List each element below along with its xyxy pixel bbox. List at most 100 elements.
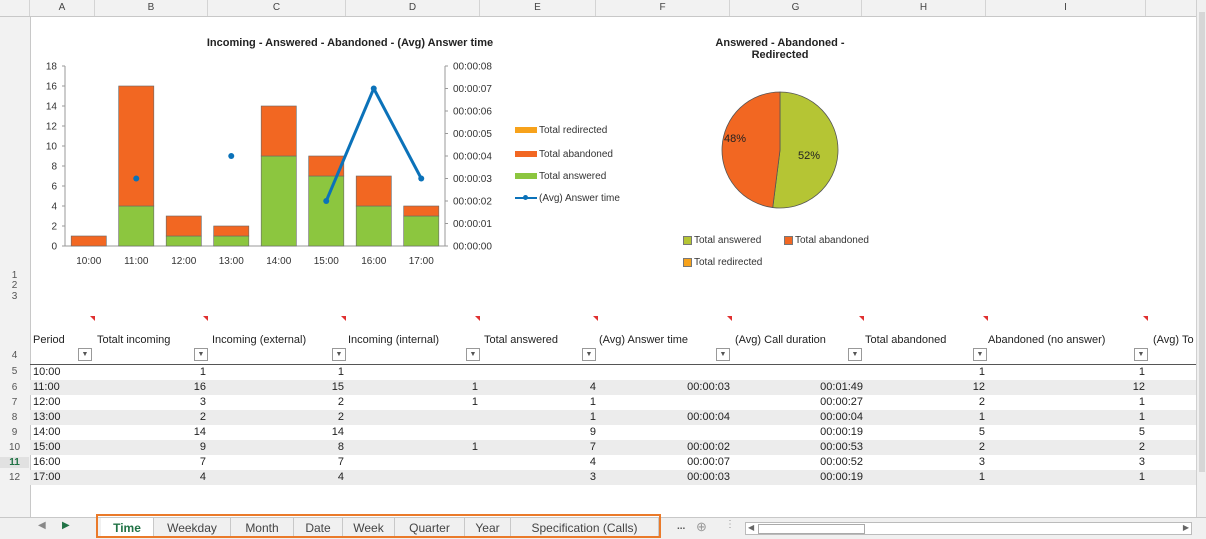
table-cell[interactable]: 00:00:52	[743, 455, 863, 470]
table-cell[interactable]: 00:00:03	[610, 380, 730, 395]
table-cell[interactable]: 4	[86, 470, 206, 485]
table-cell[interactable]: 15:00	[33, 440, 61, 455]
table-cell[interactable]	[358, 470, 478, 485]
table-cell[interactable]: 2	[224, 395, 344, 410]
row-header-8[interactable]: 8	[0, 412, 29, 423]
table-cell[interactable]: 00:00:27	[743, 395, 863, 410]
tab-time[interactable]: Time	[101, 518, 154, 538]
row-header-9[interactable]: 9	[0, 427, 29, 438]
table-cell[interactable]: 00:00:02	[610, 440, 730, 455]
table-cell[interactable]: 00:00:53	[743, 440, 863, 455]
table-cell[interactable]: 1	[865, 470, 985, 485]
tab-specification-calls[interactable]: Specification (Calls)	[511, 518, 659, 538]
table-cell[interactable]: 7	[476, 440, 596, 455]
table-cell[interactable]: 12:00	[33, 395, 61, 410]
table-cell[interactable]: 12	[865, 380, 985, 395]
table-cell[interactable]: 00:00:07	[610, 455, 730, 470]
add-sheet-icon[interactable]: ⊕	[696, 519, 707, 535]
tab-month[interactable]: Month	[231, 518, 294, 538]
table-cell[interactable]: 1	[358, 380, 478, 395]
row-header-2[interactable]: 2	[0, 280, 29, 291]
scroll-right-arrow-icon[interactable]: ▶	[1183, 523, 1189, 532]
table-cell[interactable]: 15	[224, 380, 344, 395]
table-cell[interactable]: 00:00:03	[610, 470, 730, 485]
split-handle-icon[interactable]: ⋮	[725, 519, 735, 530]
table-cell[interactable]: 2	[865, 395, 985, 410]
table-cell[interactable]: 17:00	[33, 470, 61, 485]
vertical-scroll-thumb[interactable]	[1199, 12, 1205, 472]
column-header-a[interactable]: A	[30, 0, 95, 16]
table-cell[interactable]: 2	[86, 410, 206, 425]
table-cell[interactable]	[358, 365, 478, 380]
column-header-f[interactable]: F	[596, 0, 730, 16]
table-cell[interactable]: 11:00	[33, 380, 60, 395]
table-cell[interactable]	[476, 365, 596, 380]
vertical-scrollbar[interactable]	[1196, 0, 1206, 517]
row-header-4[interactable]: 4	[0, 350, 29, 361]
table-cell[interactable]: 8	[224, 440, 344, 455]
filter-incoming-internal-dropdown[interactable]: ▼	[466, 348, 480, 361]
horizontal-scrollbar[interactable]: ◀ ▶	[745, 522, 1192, 535]
table-cell[interactable]: 1	[224, 365, 344, 380]
tab-scroll-right-icon[interactable]: ▶	[62, 520, 70, 531]
table-cell[interactable]: 2	[1025, 440, 1145, 455]
row-header-5[interactable]: 5	[0, 366, 29, 377]
table-cell[interactable]: 1	[476, 395, 596, 410]
filter-avg-answer-time-dropdown[interactable]: ▼	[716, 348, 730, 361]
row-header-6[interactable]: 6	[0, 382, 29, 393]
filter-total-incoming-dropdown[interactable]: ▼	[194, 348, 208, 361]
tab-year[interactable]: Year	[465, 518, 511, 538]
table-cell[interactable]: 3	[476, 470, 596, 485]
column-header-c[interactable]: C	[208, 0, 346, 16]
table-cell[interactable]: 2	[224, 410, 344, 425]
scroll-left-arrow-icon[interactable]: ◀	[748, 523, 754, 532]
table-cell[interactable]: 7	[86, 455, 206, 470]
table-cell[interactable]: 1	[1025, 365, 1145, 380]
tab-quarter[interactable]: Quarter	[395, 518, 465, 538]
tab-week[interactable]: Week	[343, 518, 395, 538]
table-cell[interactable]: 9	[476, 425, 596, 440]
bar-chart[interactable]: 18 16 14 12 10 8 6 4 2 0 00:00:08 00:00:07 00:00:06 0…	[30, 52, 680, 277]
table-cell[interactable]	[358, 410, 478, 425]
row-header-7[interactable]: 7	[0, 397, 29, 408]
table-cell[interactable]: 16	[86, 380, 206, 395]
table-cell[interactable]: 4	[476, 455, 596, 470]
table-cell[interactable]: 00:01:49	[743, 380, 863, 395]
column-header-d[interactable]: D	[346, 0, 480, 16]
column-header-h[interactable]: H	[862, 0, 986, 16]
table-cell[interactable]: 1	[1025, 470, 1145, 485]
table-cell[interactable]: 00:00:04	[743, 410, 863, 425]
filter-total-answered-dropdown[interactable]: ▼	[582, 348, 596, 361]
table-cell[interactable]	[610, 395, 730, 410]
row-header-10[interactable]: 10	[0, 442, 29, 453]
table-cell[interactable]: 7	[224, 455, 344, 470]
column-header-g[interactable]: G	[730, 0, 862, 16]
filter-abandoned-no-answer-dropdown[interactable]: ▼	[1134, 348, 1148, 361]
table-cell[interactable]: 00:00:19	[743, 425, 863, 440]
table-cell[interactable]: 1	[358, 395, 478, 410]
table-cell[interactable]: 3	[86, 395, 206, 410]
table-cell[interactable]	[358, 455, 478, 470]
table-cell[interactable]: 5	[865, 425, 985, 440]
row-header-12[interactable]: 12	[0, 472, 29, 483]
more-tabs-button[interactable]: ...	[677, 521, 685, 532]
table-cell[interactable]: 00:00:19	[743, 470, 863, 485]
table-cell[interactable]: 1	[865, 365, 985, 380]
column-header-b[interactable]: B	[95, 0, 208, 16]
table-cell[interactable]: 14	[224, 425, 344, 440]
table-cell[interactable]	[358, 425, 478, 440]
row-header-11[interactable]: 11	[0, 457, 29, 468]
table-cell[interactable]: 5	[1025, 425, 1145, 440]
table-cell[interactable]: 16:00	[33, 455, 61, 470]
table-cell[interactable]: 1	[358, 440, 478, 455]
table-cell[interactable]: 00:00:04	[610, 410, 730, 425]
filter-period-dropdown[interactable]: ▼	[78, 348, 92, 361]
filter-avg-call-duration-dropdown[interactable]: ▼	[848, 348, 862, 361]
table-cell[interactable]: 9	[86, 440, 206, 455]
table-cell[interactable]: 4	[224, 470, 344, 485]
table-cell[interactable]: 1	[1025, 410, 1145, 425]
tab-weekday[interactable]: Weekday	[154, 518, 231, 538]
filter-incoming-external-dropdown[interactable]: ▼	[332, 348, 346, 361]
table-cell[interactable]: 10:00	[33, 365, 61, 380]
table-cell[interactable]: 14	[86, 425, 206, 440]
